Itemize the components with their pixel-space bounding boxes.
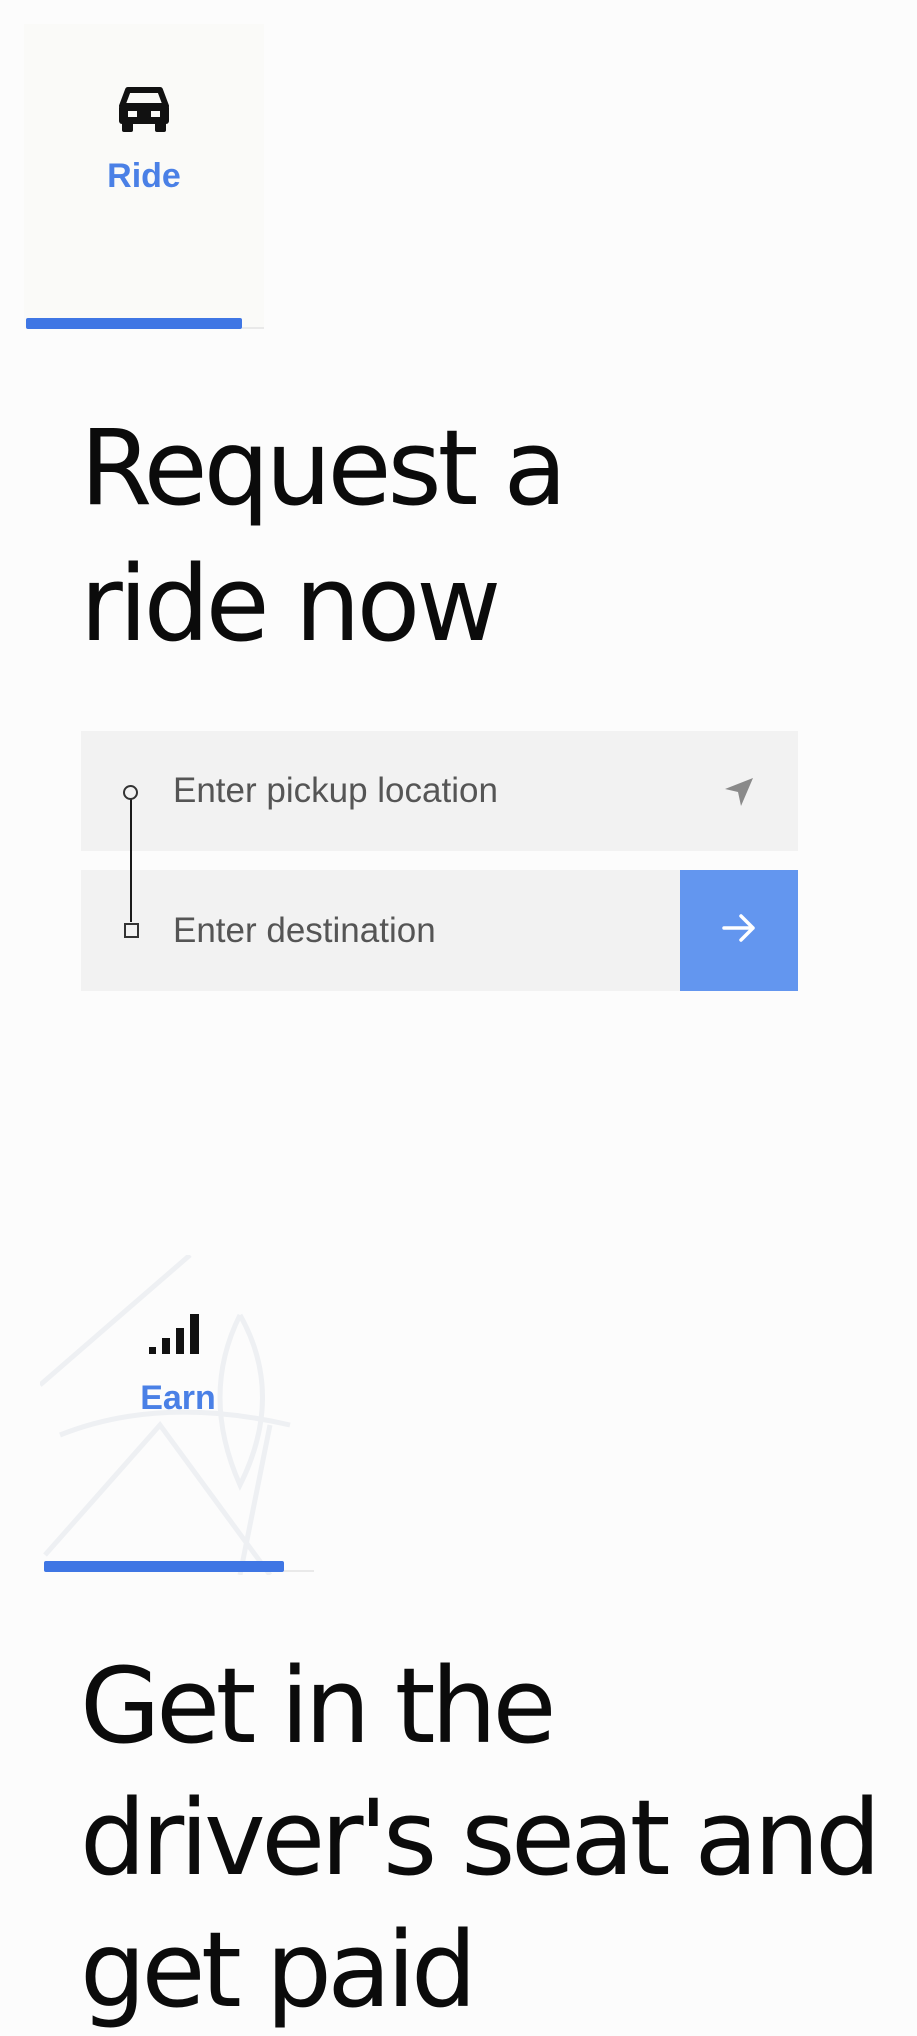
ride-heading-line-2: ride now: [80, 543, 501, 665]
car-icon: [114, 84, 174, 139]
destination-placeholder: Enter destination: [173, 910, 436, 950]
tab-ride-active-indicator: [26, 318, 242, 329]
earn-heading-line-1: Get in the: [80, 1645, 556, 1767]
ride-heading-line-1: Request a: [80, 407, 567, 529]
tab-earn[interactable]: Earn: [42, 1255, 314, 1575]
location-arrow-icon[interactable]: [722, 775, 756, 809]
pickup-location-placeholder: Enter pickup location: [173, 771, 498, 810]
earn-heading-line-3: get paid: [80, 1909, 477, 2031]
pickup-marker-icon: [123, 785, 138, 800]
tab-divider: [284, 1570, 314, 1572]
pickup-location-input[interactable]: Enter pickup location: [81, 731, 798, 851]
route-connector-line: [130, 798, 132, 922]
tab-ride-label: Ride: [107, 157, 181, 195]
tab-ride[interactable]: Ride: [24, 24, 264, 329]
earn-heading-line-2: driver's seat and: [80, 1777, 881, 1899]
submit-destination-button[interactable]: [680, 870, 798, 991]
tab-divider: [242, 327, 264, 329]
signal-bars-icon: [147, 1308, 209, 1359]
arrow-right-icon: [721, 913, 757, 948]
destination-input[interactable]: Enter destination: [81, 870, 680, 991]
tab-earn-active-indicator: [44, 1561, 284, 1572]
destination-marker-icon: [124, 923, 139, 938]
earn-heading: Get in the driver's seat and get paid: [80, 1640, 910, 2036]
ride-heading: Request a ride now: [80, 400, 780, 672]
tab-earn-label: Earn: [140, 1379, 216, 1417]
